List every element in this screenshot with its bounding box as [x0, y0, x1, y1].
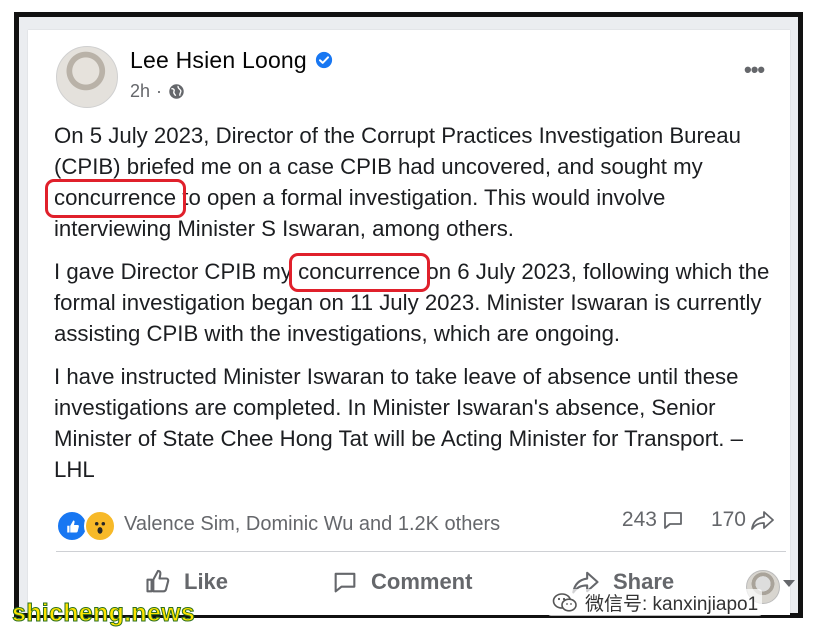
- post-meta: 2h ·: [130, 81, 185, 102]
- highlighted-word: concurrence: [289, 253, 431, 292]
- facebook-post-card: Lee Hsien Loong 2h · ••• On 5 July 2023,…: [28, 30, 795, 615]
- post-paragraph-2: I gave Director CPIB my concurrence on 6…: [54, 253, 774, 349]
- post-time[interactable]: 2h: [130, 81, 150, 102]
- engagement-counts: 243 170: [622, 508, 776, 532]
- thumbs-up-icon: [146, 569, 170, 593]
- like-button[interactable]: Like: [144, 568, 228, 596]
- reaction-icons[interactable]: [56, 509, 116, 542]
- comment-icon: [334, 572, 356, 593]
- paragraph-text: On 5 July 2023, Director of the Corrupt …: [54, 123, 741, 179]
- comment-button[interactable]: Comment: [331, 568, 472, 596]
- share-icon: [751, 511, 774, 530]
- watermark-right: 微信号: kanxinjiapo1: [548, 589, 763, 616]
- verified-badge-icon: [315, 51, 333, 69]
- divider: [56, 551, 786, 552]
- more-options-icon[interactable]: •••: [744, 59, 765, 81]
- comment-label: Comment: [371, 569, 473, 594]
- paragraph-text: I gave Director CPIB my: [54, 259, 299, 284]
- comment-count[interactable]: 243: [622, 508, 685, 532]
- comment-icon: [664, 512, 682, 529]
- post-text: On 5 July 2023, Director of the Corrupt …: [44, 120, 774, 497]
- author-avatar[interactable]: [56, 46, 118, 108]
- watermark-left: shicheng.news: [11, 599, 196, 628]
- share-count-value: 170: [710, 508, 746, 531]
- reactions-bar: Valence Sim, Dominic Wu and 1.2K others …: [56, 506, 776, 542]
- wechat-icon: [552, 592, 577, 612]
- share-count[interactable]: 170: [711, 508, 776, 532]
- globe-icon: [169, 84, 184, 99]
- separator-dot: ·: [156, 81, 163, 101]
- author-name[interactable]: Lee Hsien Loong: [130, 47, 307, 74]
- post-paragraph-1: On 5 July 2023, Director of the Corrupt …: [44, 120, 774, 244]
- watermark-right-text: 微信号: kanxinjiapo1: [585, 594, 759, 615]
- highlighted-word: concurrence: [44, 179, 187, 218]
- like-label: Like: [184, 569, 229, 594]
- chevron-down-icon[interactable]: [783, 580, 795, 587]
- reaction-names[interactable]: Valence Sim, Dominic Wu and 1.2K others: [124, 513, 500, 536]
- comment-count-value: 243: [621, 508, 657, 531]
- post-paragraph-3: I have instructed Minister Iswaran to ta…: [54, 364, 743, 482]
- wow-reaction-icon: [84, 510, 116, 542]
